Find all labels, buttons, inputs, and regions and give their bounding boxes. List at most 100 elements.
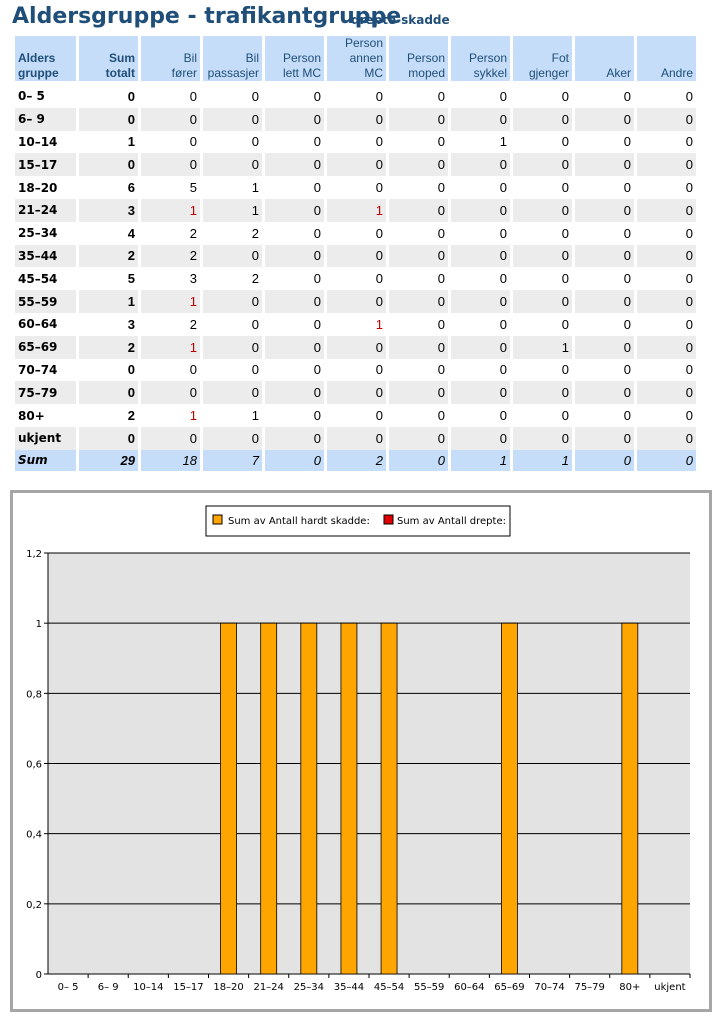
x-tick-label: 15–17 bbox=[173, 982, 203, 993]
table-cell: 0 bbox=[313, 362, 321, 378]
table-cell: 0 bbox=[127, 362, 135, 378]
x-tick-label: ukjent bbox=[654, 982, 685, 993]
bar-chart: 0 0,2 0,4 0,6 0,8 1 1,2 0– 5 6– 9 10–14 15–17 18–20… bbox=[26, 505, 691, 993]
table-cell: 0 bbox=[437, 88, 445, 104]
row-label: 60–64 bbox=[18, 317, 58, 332]
bar bbox=[501, 622, 518, 975]
table-cell: 0 bbox=[685, 225, 693, 241]
table-cell: 0 bbox=[141, 381, 200, 405]
table-cell: 0 bbox=[141, 426, 200, 450]
table-cell: 0 bbox=[499, 88, 507, 104]
bar bbox=[300, 622, 318, 975]
table-cell: 0 bbox=[451, 335, 510, 359]
table-row: 45–54 5 3 2 0 0 0 0 0 0 0 bbox=[15, 267, 696, 290]
chart-container: 0 0,2 0,4 0,6 0,8 1 1,2 0– 5 6– 9 10–14 15–17 18–20… bbox=[10, 490, 712, 1012]
table-cell: 6 bbox=[127, 180, 135, 196]
table-cell: 2 bbox=[141, 244, 200, 268]
table-cell: 0 bbox=[623, 316, 631, 332]
table-cell: 0 bbox=[251, 134, 259, 150]
table-cell: 1 bbox=[327, 198, 386, 222]
table-cell: 0 bbox=[623, 88, 631, 104]
table-cell: 0 bbox=[575, 381, 634, 405]
y-tick-label: 1,2 bbox=[26, 549, 42, 560]
table-cell: 0 bbox=[327, 153, 386, 177]
legend: Sum av Antall hardt skadde: Sum av Antall… bbox=[205, 505, 511, 537]
table-cell: 0 bbox=[451, 381, 510, 405]
table-cell: 0 bbox=[327, 107, 386, 131]
table-cell: 0 bbox=[313, 134, 321, 150]
table-cell: 0 bbox=[685, 362, 693, 378]
table-cell: 0 bbox=[499, 408, 507, 424]
x-tick-label: 55–59 bbox=[414, 982, 444, 993]
x-tick-label: 0– 5 bbox=[58, 982, 79, 993]
table-cell: 0 bbox=[513, 153, 572, 177]
table-cell: 0 bbox=[327, 290, 386, 313]
table-cell: 1 bbox=[251, 408, 259, 424]
table-cell: 0 bbox=[637, 153, 696, 177]
table-cell: 0 bbox=[127, 88, 135, 104]
legend-swatch bbox=[212, 514, 223, 525]
table-cell: 0 bbox=[575, 244, 634, 268]
table-cell: 0 bbox=[575, 290, 634, 313]
table-cell: 2 bbox=[251, 271, 259, 287]
table-cell: 0 bbox=[265, 198, 324, 222]
table-row: 65–69 2 1 0 0 0 0 0 1 0 0 bbox=[15, 335, 696, 359]
table-cell: 1 bbox=[79, 290, 138, 313]
x-tick-label: 18–20 bbox=[213, 982, 243, 993]
table-cell: 0 bbox=[203, 335, 262, 359]
table-cell: 0 bbox=[499, 362, 507, 378]
table-cell: 0 bbox=[251, 362, 259, 378]
table-cell: 2 bbox=[189, 225, 197, 241]
table-cell: 0 bbox=[79, 107, 138, 131]
page-title: Aldersgruppe - trafikantgruppe bbox=[12, 4, 402, 29]
bar bbox=[260, 622, 278, 975]
bar bbox=[380, 622, 398, 975]
table-cell: 0 bbox=[499, 225, 507, 241]
bar bbox=[621, 622, 639, 975]
table-cell: 0 bbox=[685, 180, 693, 196]
y-tick-label: 0,4 bbox=[26, 830, 42, 841]
table-cell: 0 bbox=[561, 362, 569, 378]
row-label: 18–20 bbox=[18, 180, 58, 195]
table-cell: 0 bbox=[499, 271, 507, 287]
table-cell: 0 bbox=[561, 408, 569, 424]
table-cell: 0 bbox=[327, 381, 386, 405]
sum-cell: 1 bbox=[451, 449, 510, 471]
y-tick-label: 0 bbox=[36, 970, 42, 981]
table-cell: 0 bbox=[327, 426, 386, 450]
table-cell: 0 bbox=[375, 362, 383, 378]
table-cell: 0 bbox=[79, 153, 138, 177]
table-cell: 0 bbox=[327, 335, 386, 359]
table-cell: 5 bbox=[189, 180, 197, 196]
table-cell: 0 bbox=[265, 426, 324, 450]
table-row: 6– 90000000000 bbox=[15, 107, 696, 131]
table-cell: 0 bbox=[375, 271, 383, 287]
table-cell: 2 bbox=[251, 225, 259, 241]
table-cell: 0 bbox=[189, 134, 197, 150]
legend-label: Sum av Antall drepte: bbox=[397, 516, 506, 527]
table-cell: 0 bbox=[685, 408, 693, 424]
table-row: 25–34 4 2 2 0 0 0 0 0 0 0 bbox=[15, 222, 696, 245]
x-tick-label: 70–74 bbox=[534, 982, 564, 993]
row-label: 75–79 bbox=[15, 381, 76, 405]
table-cell: 0 bbox=[437, 408, 445, 424]
table-cell: 0 bbox=[375, 408, 383, 424]
table-cell: 0 bbox=[203, 153, 262, 177]
table-cell: 0 bbox=[265, 153, 324, 177]
table-cell: 0 bbox=[389, 198, 448, 222]
column-header: Person annen MC bbox=[327, 36, 386, 81]
column-header: Sum totalt bbox=[79, 36, 138, 81]
table-cell: 1 bbox=[513, 335, 572, 359]
sum-cell: 0 bbox=[265, 449, 324, 471]
table-cell: 0 bbox=[79, 381, 138, 405]
table-row: 15–17 0 0 0 0 0 0 0 0 0 0 bbox=[15, 153, 696, 177]
table-cell: 0 bbox=[437, 180, 445, 196]
table-cell: 0 bbox=[79, 426, 138, 450]
table-cell: 0 bbox=[265, 290, 324, 313]
x-tick-label: 60–64 bbox=[454, 982, 484, 993]
table-cell: 0 bbox=[189, 88, 197, 104]
sum-row: Sum 29 18 7 0 2 0 1 1 0 0 bbox=[15, 449, 696, 471]
table-cell: 1 bbox=[189, 408, 197, 424]
table-cell: 0 bbox=[575, 335, 634, 359]
column-header: Aker bbox=[575, 36, 634, 81]
